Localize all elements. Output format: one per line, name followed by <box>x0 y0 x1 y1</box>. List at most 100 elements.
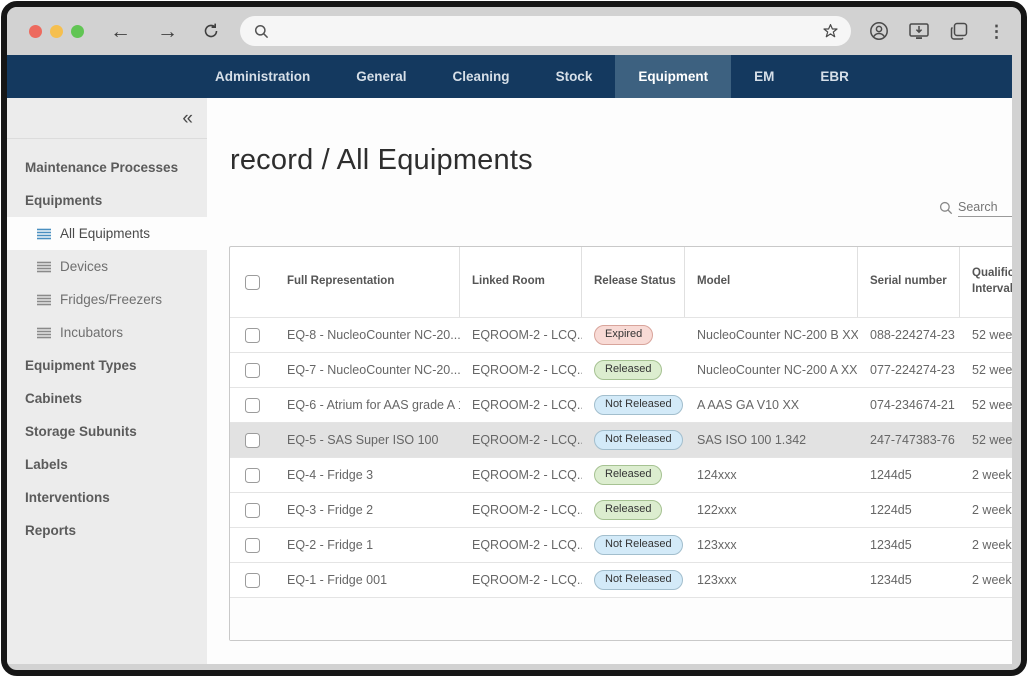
nav-tab-general[interactable]: General <box>333 55 429 98</box>
nav-tab-cleaning[interactable]: Cleaning <box>430 55 533 98</box>
sidebar-item-fridges-freezers[interactable]: Fridges/Freezers <box>7 283 207 316</box>
select-all-checkbox[interactable] <box>245 275 260 290</box>
address-input[interactable] <box>277 24 814 39</box>
address-bar[interactable] <box>240 16 851 46</box>
row-checkbox-cell <box>230 363 275 378</box>
row-checkbox[interactable] <box>245 433 260 448</box>
row-checkbox[interactable] <box>245 503 260 518</box>
sidebar-item-equipments[interactable]: Equipments <box>7 184 207 217</box>
nav-tab-equipment[interactable]: Equipment <box>615 55 731 98</box>
send-to-device-icon[interactable] <box>908 21 930 41</box>
close-window-button[interactable] <box>29 25 42 38</box>
sidebar-item-label: Interventions <box>25 490 110 505</box>
sidebar-item-label: Equipments <box>25 193 102 208</box>
cell-linked-room[interactable]: EQROOM-2 - LCQ.. <box>460 468 582 482</box>
column-header-model[interactable]: Model <box>685 247 858 317</box>
column-header-serial-number[interactable]: Serial number <box>858 247 960 317</box>
sidebar-item-cabinets[interactable]: Cabinets <box>7 382 207 415</box>
nav-tab-em[interactable]: EM <box>731 55 797 98</box>
back-button[interactable]: ← <box>110 21 131 42</box>
cell-full-representation[interactable]: EQ-3 - Fridge 2 <box>275 503 460 517</box>
table-row[interactable]: EQ-5 - SAS Super ISO 100EQROOM-2 - LCQ..… <box>230 422 1012 457</box>
row-checkbox[interactable] <box>245 398 260 413</box>
cell-linked-room[interactable]: EQROOM-2 - LCQ.. <box>460 433 582 447</box>
cell-serial-number: 1224d5 <box>858 503 960 517</box>
column-header-full-representation[interactable]: Full Representation <box>275 247 460 317</box>
cell-full-representation[interactable]: EQ-2 - Fridge 1 <box>275 538 460 552</box>
cell-model: NucleoCounter NC-200 A XX <box>685 363 858 377</box>
cell-full-representation[interactable]: EQ-6 - Atrium for AAS grade A 1 <box>275 398 460 412</box>
table-row[interactable]: EQ-2 - Fridge 1EQROOM-2 - LCQ..Not Relea… <box>230 527 1012 562</box>
cell-linked-room[interactable]: EQROOM-2 - LCQ.. <box>460 573 582 587</box>
forward-button[interactable]: → <box>157 21 178 42</box>
cell-release-status: Not Released <box>582 570 685 590</box>
column-header-linked-room[interactable]: Linked Room <box>460 247 582 317</box>
sidebar: « Maintenance Processes Equipments All Equ… <box>7 98 207 664</box>
column-header-qualification-interval[interactable]: Qualification Interval <box>960 247 1012 317</box>
sidebar-item-interventions[interactable]: Interventions <box>7 481 207 514</box>
search-icon <box>939 201 953 215</box>
cell-linked-room[interactable]: EQROOM-2 - LCQ.. <box>460 398 582 412</box>
tabs-icon[interactable] <box>949 21 969 41</box>
list-icon <box>37 261 51 273</box>
list-icon <box>37 327 51 339</box>
row-checkbox-cell <box>230 538 275 553</box>
nav-tab-ebr[interactable]: EBR <box>797 55 872 98</box>
sidebar-item-label: Reports <box>25 523 76 538</box>
row-checkbox-cell <box>230 398 275 413</box>
sidebar-item-reports[interactable]: Reports <box>7 514 207 547</box>
cell-model: 124xxx <box>685 468 858 482</box>
sidebar-item-label: Cabinets <box>25 391 82 406</box>
reload-button[interactable] <box>202 22 220 40</box>
cell-full-representation[interactable]: EQ-7 - NucleoCounter NC-20... <box>275 363 460 377</box>
search-input[interactable] <box>958 198 1012 217</box>
table-row[interactable]: EQ-1 - Fridge 001EQROOM-2 - LCQ.. Not Rel… <box>230 562 1012 597</box>
table-row[interactable]: EQ-6 - Atrium for AAS grade A 1EQROOM-2 … <box>230 387 1012 422</box>
bookmark-star-icon[interactable] <box>822 23 839 40</box>
profile-icon[interactable] <box>869 21 889 41</box>
cell-linked-room[interactable]: EQROOM-2 - LCQ.. <box>460 503 582 517</box>
sidebar-item-label: Equipment Types <box>25 358 137 373</box>
minimize-window-button[interactable] <box>50 25 63 38</box>
column-header-release-status[interactable]: Release Status <box>582 247 685 317</box>
table-row[interactable]: EQ-3 - Fridge 2EQROOM-2 - LCQ..Released1… <box>230 492 1012 527</box>
cell-qualification-interval: 52 weeks <box>960 328 1012 342</box>
browser-menu-icon[interactable]: ⋮ <box>988 23 1005 40</box>
cell-serial-number: 1244d5 <box>858 468 960 482</box>
sidebar-item-labels[interactable]: Labels <box>7 448 207 481</box>
cell-release-status: Not Released <box>582 535 685 555</box>
row-checkbox[interactable] <box>245 538 260 553</box>
sidebar-item-maintenance-processes[interactable]: Maintenance Processes <box>7 151 207 184</box>
row-checkbox[interactable] <box>245 328 260 343</box>
row-checkbox[interactable] <box>245 363 260 378</box>
nav-tab-administration[interactable]: Administration <box>192 55 333 98</box>
sidebar-item-label: All Equipments <box>60 226 150 241</box>
row-checkbox[interactable] <box>245 573 260 588</box>
cell-linked-room[interactable]: EQROOM-2 - LCQ.. <box>460 363 582 377</box>
cell-linked-room[interactable]: EQROOM-2 - LCQ.. <box>460 538 582 552</box>
sidebar-item-storage-subunits[interactable]: Storage Subunits <box>7 415 207 448</box>
cell-release-status: Expired <box>582 325 685 345</box>
table-row[interactable]: EQ-7 - NucleoCounter NC-20...EQROOM-2 - … <box>230 352 1012 387</box>
sidebar-item-equipment-types[interactable]: Equipment Types <box>7 349 207 382</box>
sidebar-item-devices[interactable]: Devices <box>7 250 207 283</box>
row-checkbox-cell <box>230 468 275 483</box>
status-badge: Not Released <box>594 570 683 590</box>
cell-full-representation[interactable]: EQ-5 - SAS Super ISO 100 <box>275 433 460 447</box>
zoom-window-button[interactable] <box>71 25 84 38</box>
cell-full-representation[interactable]: EQ-4 - Fridge 3 <box>275 468 460 482</box>
header-checkbox-cell <box>230 247 275 317</box>
sidebar-collapse-button[interactable]: « <box>182 109 193 128</box>
cell-serial-number: 077-224274-23 <box>858 363 960 377</box>
sidebar-item-all-equipments[interactable]: All Equipments <box>7 217 207 250</box>
row-checkbox[interactable] <box>245 468 260 483</box>
cell-full-representation[interactable]: EQ-1 - Fridge 001 <box>275 573 460 587</box>
equipment-table: Full Representation Linked Room Release … <box>229 246 1012 641</box>
nav-tab-stock[interactable]: Stock <box>533 55 616 98</box>
sidebar-item-incubators[interactable]: Incubators <box>7 316 207 349</box>
table-row[interactable]: EQ-4 - Fridge 3EQROOM-2 - LCQ..Released1… <box>230 457 1012 492</box>
cell-full-representation[interactable]: EQ-8 - NucleoCounter NC-20... <box>275 328 460 342</box>
table-row[interactable]: EQ-8 - NucleoCounter NC-20...EQROOM-2 - … <box>230 317 1012 352</box>
row-checkbox-cell <box>230 433 275 448</box>
cell-linked-room[interactable]: EQROOM-2 - LCQ.. <box>460 328 582 342</box>
